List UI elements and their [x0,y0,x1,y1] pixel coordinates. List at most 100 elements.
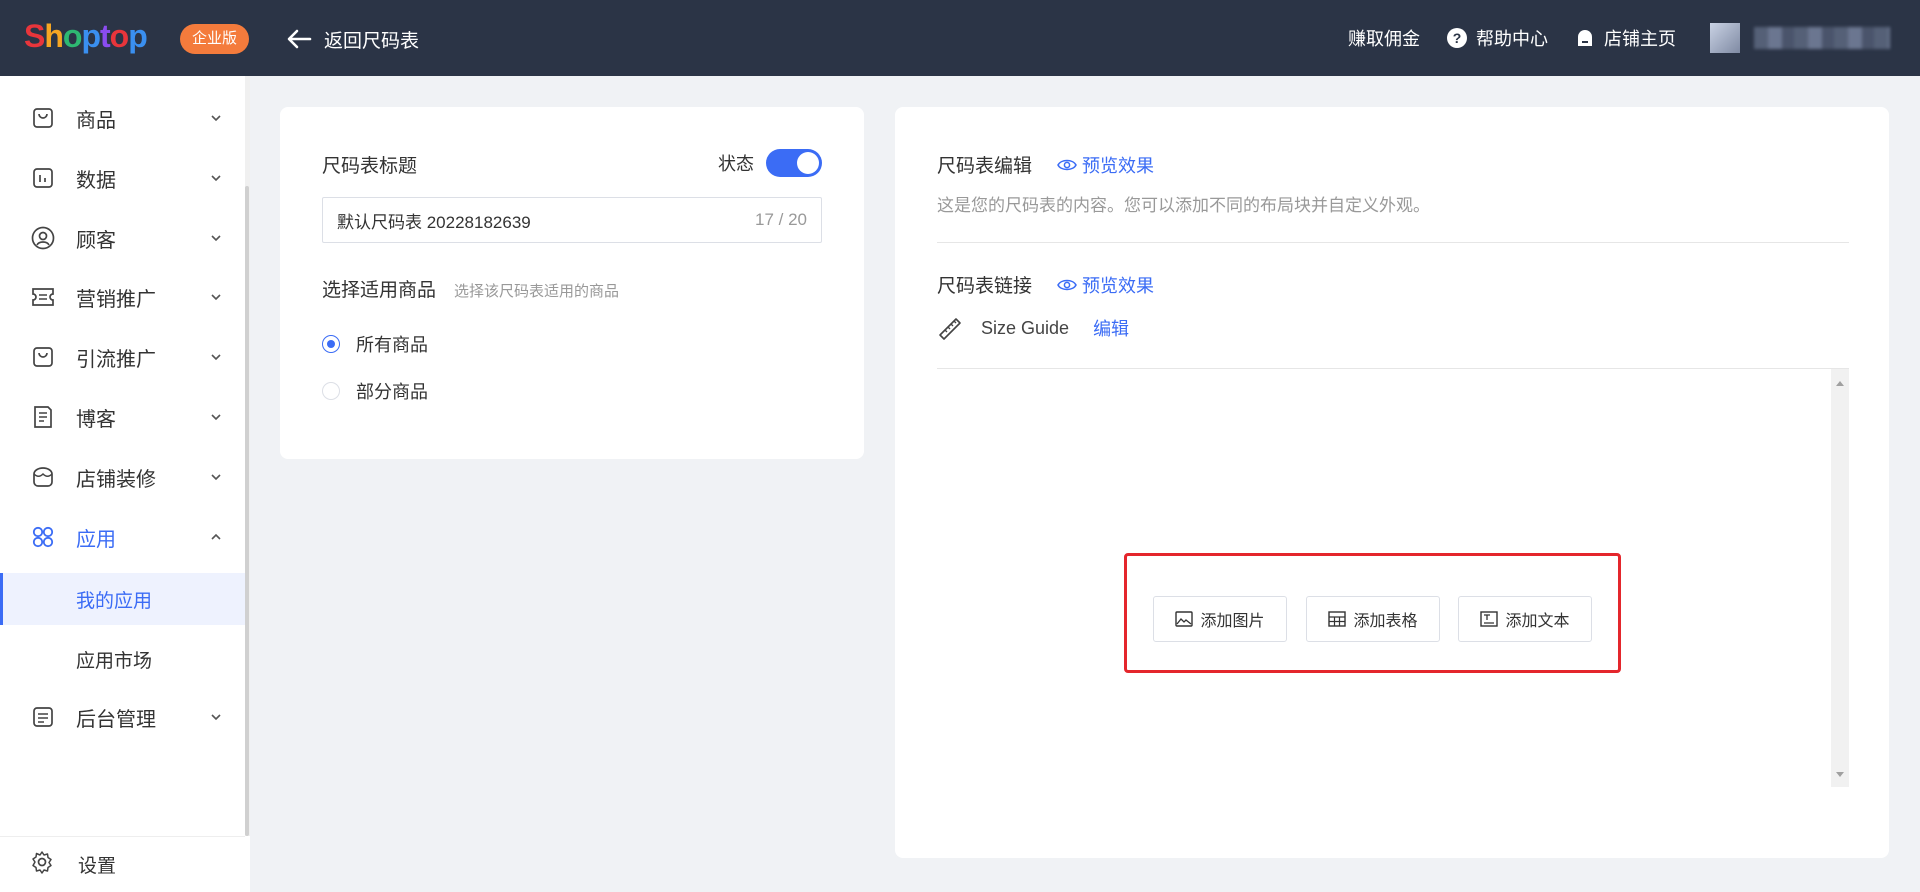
chevron-down-icon [211,115,221,122]
add-table-label: 添加表格 [1353,613,1418,630]
status-toggle[interactable] [766,149,822,177]
top-bar: Shoptop 企业版 返回尺码表 赚取佣金 ? 帮助中心 店铺主页 [0,0,1920,76]
logo-letter: t [99,18,111,54]
sidebar-item-store-design[interactable]: 店铺装修 [0,448,245,506]
help-center-label: 帮助中心 [1476,29,1548,49]
sidebar-item-data[interactable]: 数据 [0,149,245,207]
chevron-down-icon [211,235,221,242]
size-chart-title-input[interactable]: 默认尺码表 20228182639 17 / 20 [322,197,822,243]
document-icon [30,404,56,430]
svg-text:?: ? [1453,30,1462,46]
radio-label: 部分商品 [356,382,428,402]
size-chart-title-label: 尺码表标题 [322,156,418,177]
ticket-icon [30,284,56,310]
sidebar-item-blog[interactable]: 博客 [0,388,245,446]
shoptop-logo[interactable]: Shoptop [24,18,148,55]
sidebar-subitem-my-apps[interactable]: 我的应用 [0,573,245,625]
chevron-down-icon [211,474,221,481]
applicable-products-hint: 选择该尺码表适用的商品 [454,283,620,300]
user-icon [30,225,56,251]
table-icon [1328,611,1347,627]
applicable-products-label: 选择适用商品 [322,280,437,301]
earn-commission-label: 赚取佣金 [1348,29,1420,49]
logo-letter: p [128,18,148,54]
status-label: 状态 [718,154,754,174]
editor-preview-link[interactable]: 预览效果 [1057,152,1154,178]
sidebar-item-label: 博客 [76,408,116,431]
sidebar-subitem-app-market[interactable]: 应用市场 [0,633,245,685]
sidebar-subitem-label: 应用市场 [76,650,153,672]
sidebar-item-label: 数据 [76,169,116,192]
sidebar-item-marketing[interactable]: 营销推广 [0,268,245,326]
size-chart-settings-card: 尺码表标题 状态 默认尺码表 20228182639 17 / 20 选择适用商… [280,107,864,459]
divider [937,242,1849,243]
sidebar-item-label: 商品 [76,109,116,132]
chevron-down-icon [211,175,221,182]
storefront-icon [30,464,56,490]
logo-letter: S [24,18,45,54]
chart-icon [30,165,56,191]
size-guide-text: Size Guide [981,317,1070,338]
account-name-blurred [1754,27,1890,49]
back-label: 返回尺码表 [324,30,420,52]
size-chart-link-label: 尺码表链接 [937,276,1033,297]
logo-letter: o [62,18,83,54]
preview-label: 预览效果 [1082,276,1154,296]
store-home-link[interactable]: 店铺主页 [1574,25,1676,51]
back-to-size-charts-button[interactable]: 返回尺码表 [286,24,419,54]
product-icon [30,105,56,131]
earn-commission-link[interactable]: 赚取佣金 [1348,25,1420,51]
help-icon: ? [1446,27,1468,49]
sidebar: 商品 数据 顾客 营销推广 引流推广 博客 店铺装修 应用 我的应用 应用市场 … [0,76,250,892]
scroll-down-arrow-icon[interactable] [1836,772,1844,777]
scroll-up-arrow-icon[interactable] [1836,381,1844,386]
help-center-link[interactable]: ? 帮助中心 [1446,25,1548,51]
sidebar-scrollbar[interactable] [245,76,250,836]
canvas-scrollbar[interactable] [1831,369,1849,787]
ruler-icon [939,318,961,340]
eye-icon [1057,159,1077,171]
add-image-button[interactable]: 添加图片 [1153,596,1287,642]
logo-letter: h [44,18,64,54]
sidebar-subitem-label: 我的应用 [76,590,153,612]
edit-link[interactable]: 编辑 [1093,315,1129,341]
chevron-up-icon [211,533,221,540]
editor-description: 这是您的尺码表的内容。您可以添加不同的布局块并自定义外观。 [937,196,1430,215]
sidebar-item-apps[interactable]: 应用 [0,508,245,566]
sidebar-item-customers[interactable]: 顾客 [0,209,245,267]
link-preview-link[interactable]: 预览效果 [1057,272,1154,298]
logo-letter: o [109,18,130,54]
sidebar-item-admin[interactable]: 后台管理 [0,688,245,746]
add-table-button[interactable]: 添加表格 [1306,596,1440,642]
sidebar-item-label: 顾客 [76,229,116,252]
sidebar-item-label: 引流推广 [76,348,156,371]
edition-badge: 企业版 [180,24,250,54]
chevron-down-icon [211,354,221,361]
radio-label: 所有商品 [356,335,428,355]
add-image-label: 添加图片 [1200,613,1265,630]
chevron-down-icon [211,414,221,421]
size-chart-editor-label: 尺码表编辑 [937,156,1033,177]
sidebar-scroll-thumb[interactable] [245,186,249,836]
add-text-button[interactable]: 添加文本 [1458,596,1592,642]
add-text-label: 添加文本 [1505,613,1570,630]
radio-some-products[interactable]: 部分商品 [322,378,428,404]
text-icon [1480,611,1499,627]
chevron-down-icon [211,294,221,301]
applicable-products-row: 选择适用商品 选择该尺码表适用的商品 [322,275,619,302]
list-icon [30,704,56,730]
sidebar-item-products[interactable]: 商品 [0,89,245,147]
size-guide-row: Size Guide 编辑 [937,315,1129,341]
gear-icon [30,850,54,879]
size-chart-editor-card: 尺码表编辑 预览效果 这是您的尺码表的内容。您可以添加不同的布局块并自定义外观。… [895,107,1889,858]
sidebar-item-label: 营销推广 [76,288,156,311]
radio-checked-icon [322,335,340,353]
radio-all-products[interactable]: 所有商品 [322,331,428,357]
sidebar-item-settings[interactable]: 设置 [0,836,245,892]
account-menu[interactable] [1710,21,1890,55]
avatar [1710,23,1740,53]
sidebar-item-traffic[interactable]: 引流推广 [0,328,245,386]
store-icon [1574,27,1596,49]
image-icon [1175,611,1194,627]
store-home-label: 店铺主页 [1604,29,1676,49]
